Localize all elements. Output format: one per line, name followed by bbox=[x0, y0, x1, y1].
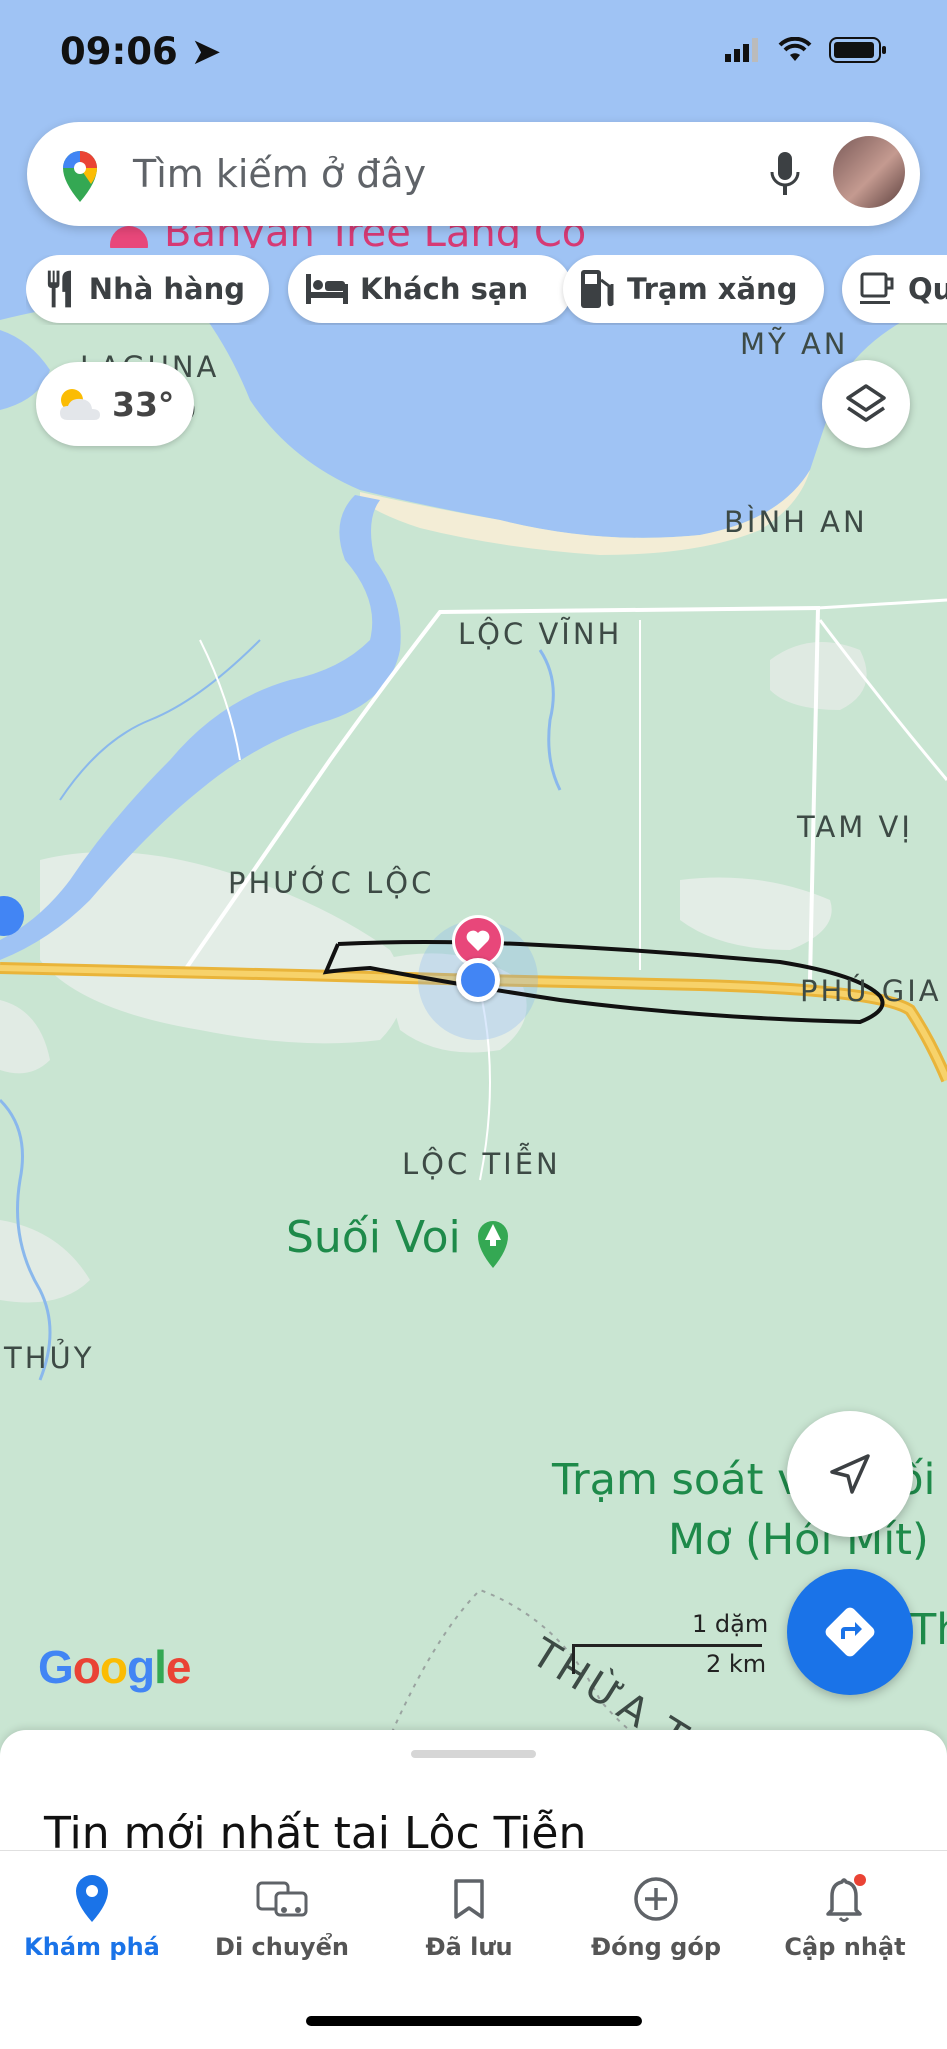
place-label-loc-tien: LỘC TIỄN bbox=[402, 1147, 561, 1181]
sheet-handle[interactable] bbox=[411, 1750, 536, 1758]
category-chips: Nhà hàng Khách sạn Trạm xăng Qu bbox=[26, 255, 947, 325]
tab-commute[interactable]: Di chuyển bbox=[192, 1871, 372, 1961]
tab-explore[interactable]: Khám phá bbox=[2, 1871, 182, 1961]
chip-gas[interactable]: Trạm xăng bbox=[563, 255, 824, 323]
microphone-icon[interactable] bbox=[769, 152, 801, 198]
search-bar[interactable]: Tìm kiếm ở đây bbox=[27, 122, 920, 226]
park-label-suoi-voi[interactable]: Suối Voi bbox=[286, 1212, 461, 1263]
sheet-title: Tin mới nhất tại Lộc Tiễn bbox=[44, 1808, 587, 1850]
hotel-icon bbox=[306, 274, 348, 304]
search-input[interactable]: Tìm kiếm ở đây bbox=[133, 152, 426, 196]
location-arrow-icon: ➤ bbox=[190, 30, 222, 73]
chip-gas-label: Trạm xăng bbox=[627, 272, 798, 306]
hotel-poi-icon bbox=[110, 226, 148, 248]
tab-explore-label: Khám phá bbox=[24, 1933, 160, 1961]
place-label-thuy: THỦY bbox=[4, 1341, 95, 1375]
avatar[interactable] bbox=[833, 136, 905, 208]
tab-updates[interactable]: Cập nhật bbox=[755, 1871, 935, 1961]
chip-coffee[interactable]: Qu bbox=[842, 255, 947, 323]
coffee-icon bbox=[860, 272, 894, 304]
chip-restaurants-label: Nhà hàng bbox=[88, 272, 245, 306]
bookmark-icon bbox=[454, 1879, 484, 1919]
heart-icon bbox=[466, 930, 490, 951]
place-label-loc-vinh: LỘC VĨNH bbox=[458, 617, 623, 651]
tab-contribute-label: Đóng góp bbox=[590, 1933, 722, 1961]
explore-pin-icon bbox=[76, 1875, 108, 1922]
tab-commute-label: Di chuyển bbox=[215, 1933, 349, 1961]
status-time: 09:06 ➤ bbox=[60, 30, 222, 73]
chip-restaurants[interactable]: Nhà hàng bbox=[26, 255, 269, 323]
recenter-button[interactable] bbox=[787, 1411, 913, 1537]
gas-station-icon bbox=[581, 270, 614, 308]
place-label-my-an: MỸ AN bbox=[740, 327, 849, 361]
battery-icon bbox=[829, 37, 886, 63]
partly-cloudy-icon bbox=[60, 389, 100, 420]
home-indicator[interactable] bbox=[306, 2016, 642, 2026]
add-circle-icon bbox=[634, 1877, 678, 1921]
google-logo: Google bbox=[38, 1641, 191, 1693]
chip-hotels[interactable]: Khách sạn bbox=[288, 255, 572, 323]
navigation-arrow-icon bbox=[830, 1454, 870, 1494]
layers-icon bbox=[846, 384, 886, 422]
place-label-phuoc-loc: PHƯỚC LỘC bbox=[228, 866, 435, 900]
directions-button[interactable] bbox=[787, 1569, 913, 1695]
chip-coffee-label: Qu bbox=[908, 272, 947, 306]
chip-hotels-label: Khách sạn bbox=[360, 272, 529, 306]
place-label-binh-an: BÌNH AN bbox=[724, 505, 868, 539]
tab-updates-label: Cập nhật bbox=[784, 1933, 906, 1961]
map-scale: 1 dặm 2 km bbox=[570, 1610, 770, 1680]
restaurant-icon bbox=[47, 270, 72, 308]
maps-pin-icon bbox=[63, 151, 97, 202]
temperature: 33° bbox=[112, 384, 175, 424]
wifi-icon bbox=[778, 37, 812, 61]
status-icons bbox=[725, 36, 887, 64]
scale-miles: 1 dặm bbox=[692, 1610, 769, 1638]
place-label-tam-vi: TAM VỊ bbox=[797, 810, 913, 844]
bottom-sheet[interactable]: Tin mới nhất tại Lộc Tiễn bbox=[0, 1730, 947, 1850]
layers-button[interactable] bbox=[822, 360, 910, 448]
tab-saved[interactable]: Đã lưu bbox=[379, 1871, 559, 1961]
park-tree-icon bbox=[470, 1210, 516, 1270]
place-label-phu-gia: PHÚ GIA bbox=[800, 974, 942, 1008]
edge-label: Th bbox=[910, 1605, 947, 1655]
scale-km: 2 km bbox=[706, 1650, 767, 1678]
weather-widget[interactable]: 33° bbox=[36, 362, 194, 446]
commute-icon bbox=[256, 1881, 308, 1917]
tab-contribute[interactable]: Đóng góp bbox=[566, 1871, 746, 1961]
tab-saved-label: Đã lưu bbox=[425, 1933, 513, 1961]
signal-icon bbox=[725, 38, 758, 62]
my-location-dot bbox=[456, 958, 500, 1002]
directions-icon bbox=[825, 1607, 875, 1657]
bell-icon bbox=[826, 1874, 866, 1922]
